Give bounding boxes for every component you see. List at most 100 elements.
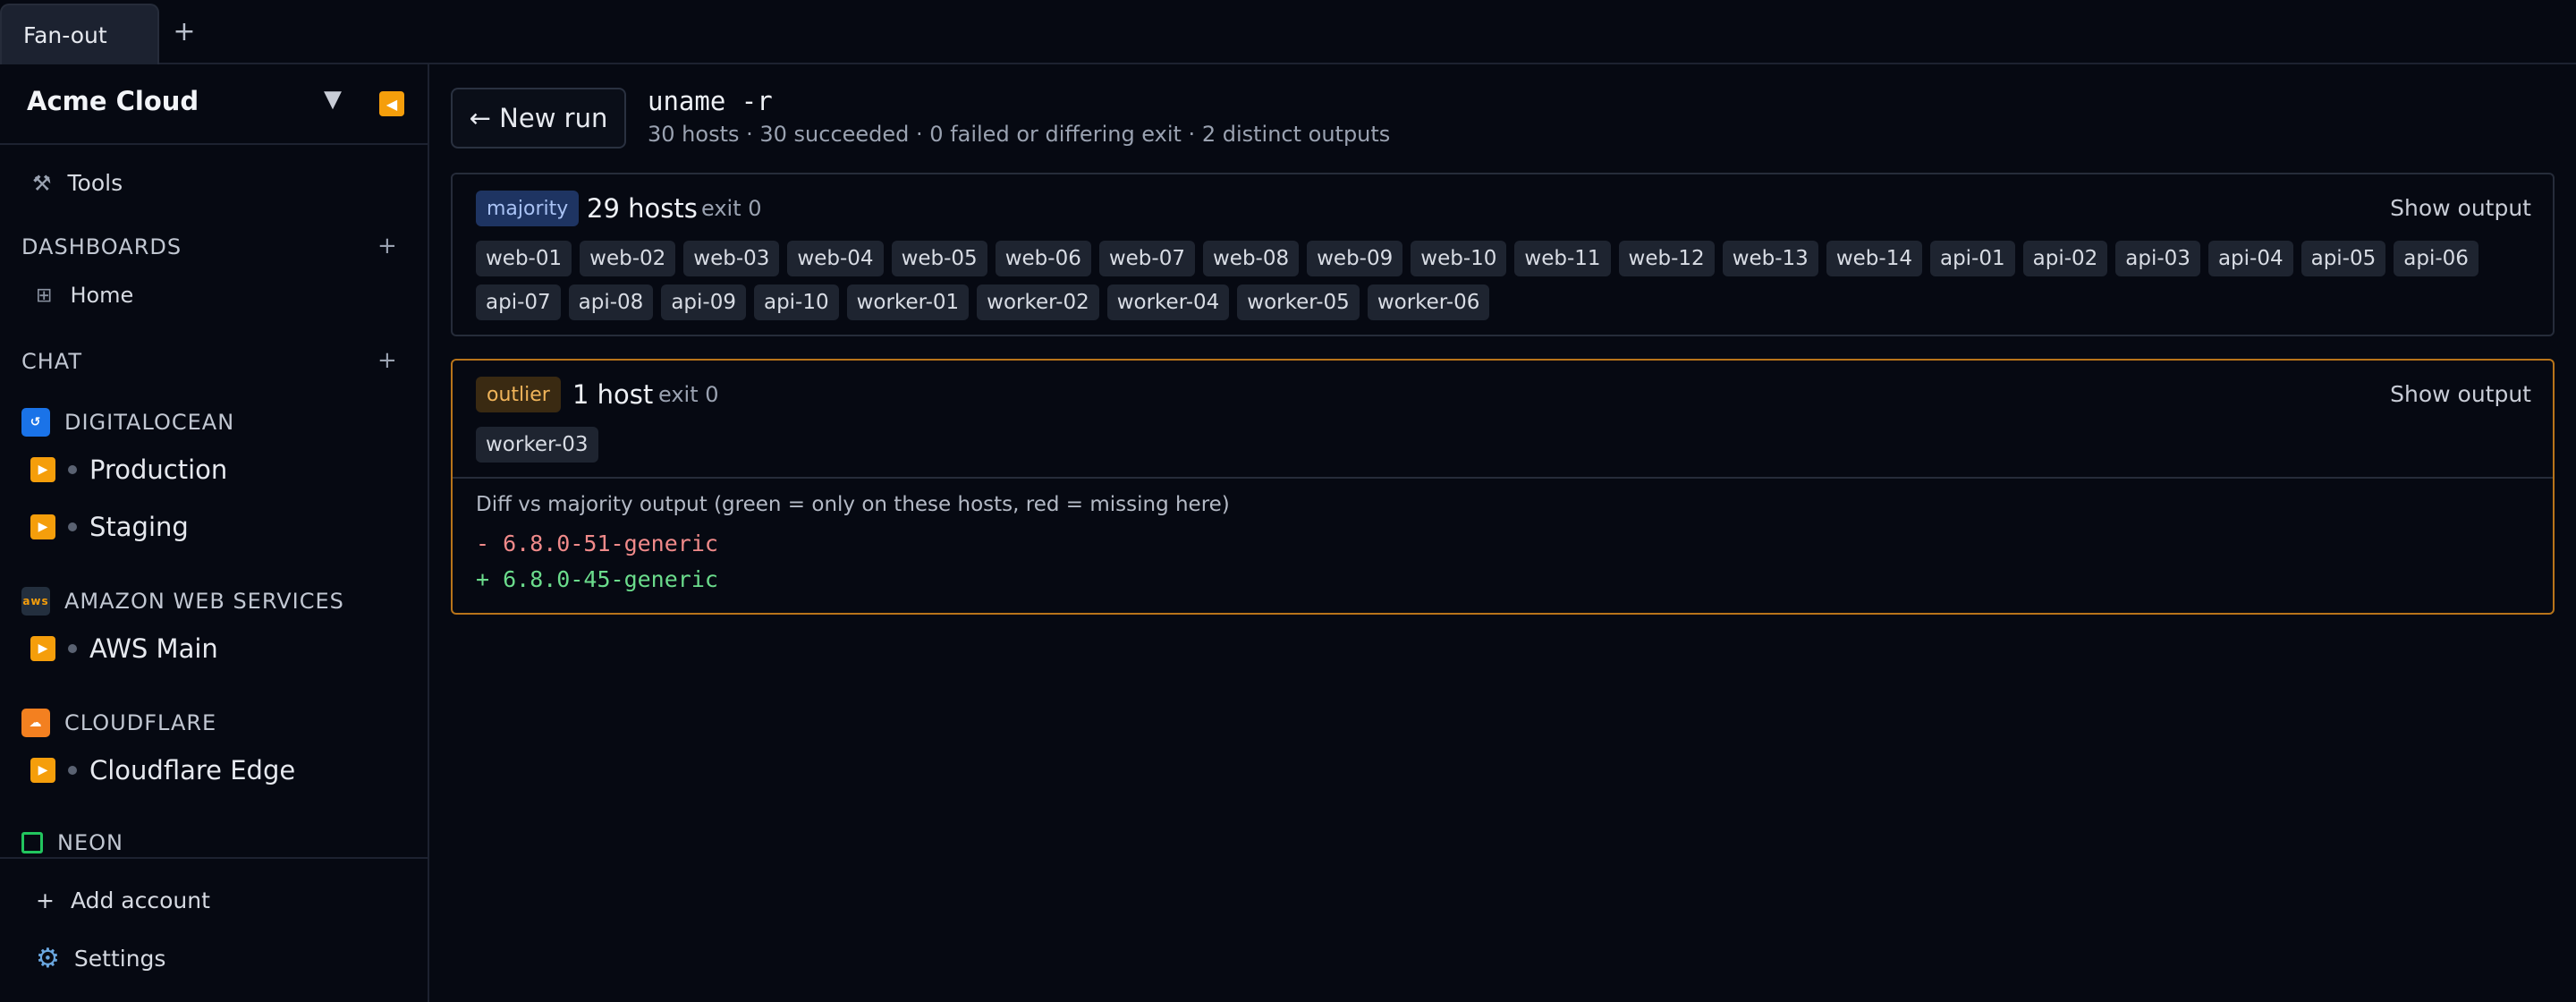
show-output-button[interactable]: Show output [2390, 377, 2531, 412]
play-icon: ▶ [30, 514, 55, 539]
provider-neon[interactable]: NEON [21, 830, 123, 855]
plus-icon: + [36, 887, 55, 913]
show-output-button[interactable]: Show output [2390, 191, 2531, 226]
host-chip[interactable]: worker-05 [1237, 284, 1360, 320]
tab-fan-out[interactable]: Fan-out [0, 4, 159, 64]
new-run-button[interactable]: ← New run [451, 88, 626, 149]
new-tab-button[interactable]: + [172, 13, 197, 52]
host-chip[interactable]: api-08 [568, 284, 654, 320]
host-chip[interactable]: web-02 [580, 241, 676, 276]
provider-label: DIGITALOCEAN [64, 410, 235, 435]
host-chip[interactable]: web-09 [1307, 241, 1403, 276]
host-chip[interactable]: web-12 [1618, 241, 1715, 276]
add-account-button[interactable]: + Add account [36, 887, 210, 913]
provider-cloudflare[interactable]: ☁ CLOUDFLARE [21, 709, 216, 737]
status-dot [68, 522, 77, 531]
gear-icon: ⚙ [36, 943, 60, 974]
host-chip[interactable]: api-01 [1929, 241, 2015, 276]
majority-group: majority 29 hosts exit 0 Show output web… [451, 173, 2555, 336]
diff-line-added: + 6.8.0-45-generic [476, 566, 718, 592]
digitalocean-logo-icon: ↺ [21, 408, 50, 437]
section-chat: CHAT [21, 349, 83, 374]
host-count: 1 host [572, 379, 654, 410]
cloudflare-logo-icon: ☁ [21, 709, 50, 737]
host-chip[interactable]: web-06 [995, 241, 1091, 276]
account-label: Staging [89, 512, 189, 542]
provider-label: NEON [57, 830, 123, 855]
host-chip[interactable]: api-10 [753, 284, 839, 320]
host-chip[interactable]: worker-03 [476, 427, 598, 463]
host-chip[interactable]: web-07 [1098, 241, 1195, 276]
host-chip[interactable]: api-07 [476, 284, 561, 320]
host-chip[interactable]: worker-01 [846, 284, 970, 320]
host-chips: web-01 web-02 web-03 web-04 web-05 web-06 web-… [476, 241, 2533, 320]
host-chip[interactable]: api-02 [2022, 241, 2108, 276]
sidebar-item-label: Tools [67, 170, 123, 196]
host-chip[interactable]: worker-06 [1367, 284, 1490, 320]
host-chip[interactable]: web-13 [1722, 241, 1818, 276]
collapse-sidebar-icon[interactable]: ◀ [379, 91, 404, 116]
host-chip[interactable]: api-05 [2301, 241, 2386, 276]
account-production[interactable]: ▶ Production [30, 454, 227, 485]
account-cloudflare-edge[interactable]: ▶ Cloudflare Edge [30, 755, 295, 785]
account-aws-main[interactable]: ▶ AWS Main [30, 633, 218, 664]
majority-badge: majority [476, 191, 580, 226]
host-chip[interactable]: api-04 [2207, 241, 2293, 276]
host-chip[interactable]: web-03 [683, 241, 780, 276]
play-icon: ▶ [30, 636, 55, 661]
host-chip[interactable]: worker-04 [1106, 284, 1230, 320]
divider [0, 143, 428, 145]
account-label: AWS Main [89, 633, 218, 664]
exit-code: exit 0 [701, 196, 762, 221]
host-chip[interactable]: web-14 [1826, 241, 1922, 276]
host-chip[interactable]: api-09 [661, 284, 746, 320]
add-account-label: Add account [70, 887, 210, 913]
add-dashboard-button[interactable]: + [377, 233, 397, 259]
settings-label: Settings [73, 946, 166, 972]
sidebar: Acme Cloud ▼ ◀ ⚒ Tools DASHBOARDS + ⊞ Ho… [0, 64, 429, 1002]
host-chip[interactable]: api-03 [2115, 241, 2200, 276]
host-chip[interactable]: web-11 [1514, 241, 1611, 276]
account-staging[interactable]: ▶ Staging [30, 512, 189, 542]
provider-label: AMAZON WEB SERVICES [64, 589, 344, 614]
host-chip[interactable]: web-08 [1202, 241, 1300, 276]
sidebar-item-label: Home [70, 283, 134, 308]
host-chip[interactable]: web-01 [476, 241, 572, 276]
command-text: uname -r [648, 86, 773, 116]
section-dashboards: DASHBOARDS [21, 234, 182, 259]
sidebar-item-tools[interactable]: ⚒ Tools [32, 170, 123, 196]
provider-label: CLOUDFLARE [64, 710, 217, 735]
status-dot [68, 766, 77, 775]
chevron-down-icon[interactable]: ▼ [324, 86, 342, 113]
outlier-badge: outlier [476, 377, 561, 412]
divider [0, 857, 428, 859]
host-chip[interactable]: web-04 [787, 241, 884, 276]
diff-line-removed: - 6.8.0-51-generic [476, 531, 718, 556]
diff-note: Diff vs majority output (green = only on… [476, 493, 1230, 516]
provider-aws[interactable]: aws AMAZON WEB SERVICES [21, 587, 344, 616]
sidebar-item-home[interactable]: ⊞ Home [36, 283, 133, 308]
org-name[interactable]: Acme Cloud [27, 86, 199, 116]
provider-digitalocean[interactable]: ↺ DIGITALOCEAN [21, 408, 234, 437]
run-summary: 30 hosts · 30 succeeded · 0 failed or di… [648, 122, 1391, 147]
play-icon: ▶ [30, 457, 55, 482]
account-label: Production [89, 454, 228, 485]
exit-code: exit 0 [658, 382, 719, 407]
tools-icon: ⚒ [32, 170, 52, 196]
host-chip[interactable]: web-10 [1411, 241, 1507, 276]
outlier-group: outlier 1 host exit 0 Show output worker… [451, 359, 2555, 615]
status-dot [68, 465, 77, 474]
divider [453, 477, 2553, 479]
host-chip[interactable]: api-06 [2394, 241, 2479, 276]
host-chip[interactable]: worker-02 [977, 284, 1099, 320]
play-icon: ▶ [30, 758, 55, 783]
host-chip[interactable]: web-05 [891, 241, 987, 276]
settings-button[interactable]: ⚙ Settings [36, 943, 165, 974]
host-chips: worker-03 [476, 427, 2533, 463]
status-dot [68, 644, 77, 653]
account-label: Cloudflare Edge [89, 755, 296, 785]
aws-logo-icon: aws [21, 587, 50, 616]
add-chat-button[interactable]: + [377, 347, 397, 374]
neon-logo-icon [21, 832, 43, 853]
grid-icon: ⊞ [36, 284, 53, 307]
